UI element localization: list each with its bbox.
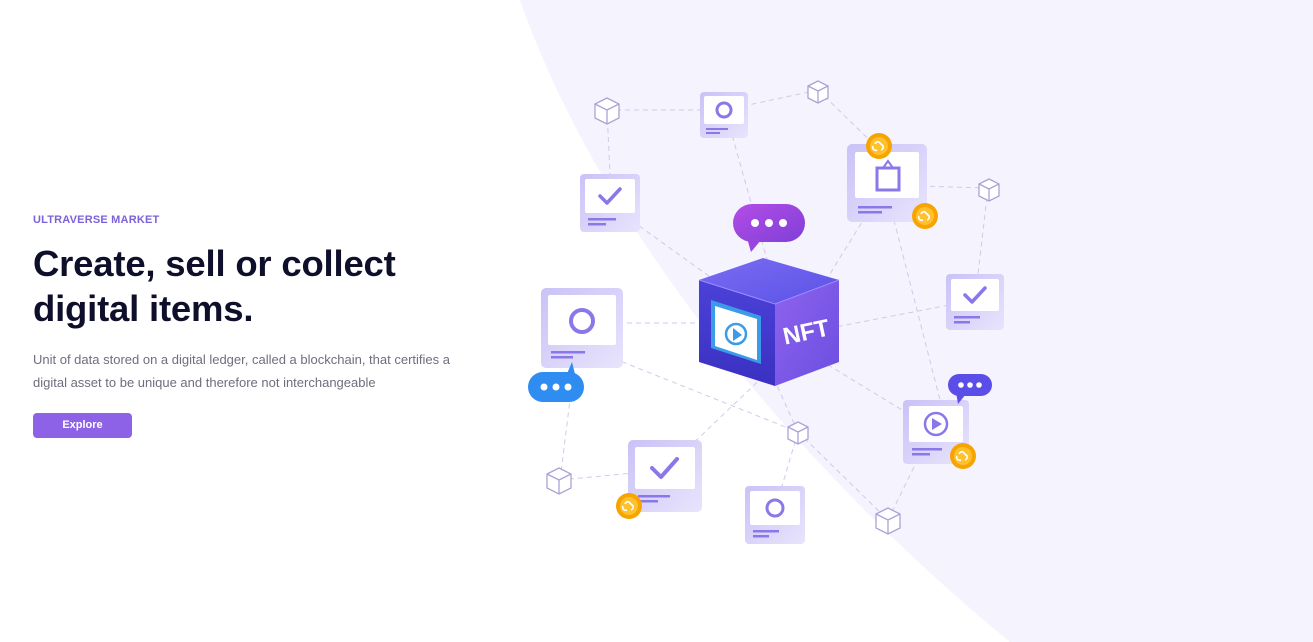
title-line-2: digital items. xyxy=(33,288,254,329)
nft-card-check-top-left xyxy=(580,174,640,232)
hero-section: ULTRAVERSE MARKET Create, sell or collec… xyxy=(33,212,503,438)
nft-cube: NFT xyxy=(698,258,840,386)
nft-card-circle-top xyxy=(700,92,748,138)
nft-card-circle-bottom xyxy=(745,486,805,544)
nft-network-svg: NFT xyxy=(528,80,1004,544)
chat-bubble-indigo xyxy=(948,374,992,404)
chat-bubble-purple xyxy=(733,204,805,252)
nft-card-circle-left xyxy=(541,288,623,368)
description-line-1: Unit of data stored on a digital ledger,… xyxy=(33,352,450,367)
nft-card-check-right xyxy=(946,274,1004,330)
description-line-2: digital asset to be unique and therefore… xyxy=(33,375,376,390)
nft-network-illustration: NFT xyxy=(520,70,1020,560)
page-title: Create, sell or collect digital items. xyxy=(33,241,503,331)
title-line-1: Create, sell or collect xyxy=(33,243,396,284)
explore-button[interactable]: Explore xyxy=(33,413,132,438)
hero-description: Unit of data stored on a digital ledger,… xyxy=(33,348,498,394)
eyebrow-label: ULTRAVERSE MARKET xyxy=(33,214,160,226)
